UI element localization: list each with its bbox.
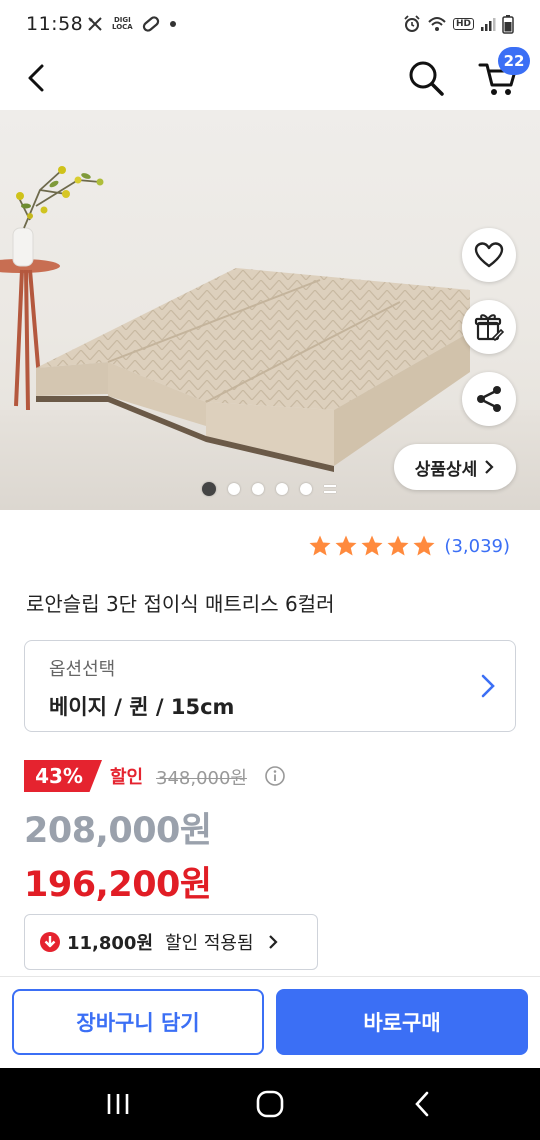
star-icon: [413, 535, 435, 556]
arrow-down-circle-icon: [40, 932, 60, 952]
divider: [0, 976, 540, 977]
back-button[interactable]: [18, 60, 54, 96]
info-icon[interactable]: [264, 765, 286, 787]
pager-dot[interactable]: [202, 482, 216, 496]
digital-locator-icon: DIGI LOCA: [112, 14, 133, 34]
option-value: 베이지 / 퀸 / 15cm: [49, 695, 235, 719]
back-icon: [415, 1091, 429, 1117]
pager-dot[interactable]: [252, 483, 264, 495]
carousel-pager: [202, 482, 336, 496]
option-label: 옵션선택: [49, 659, 116, 680]
status-right-icons: HD: [403, 14, 514, 34]
option-selector[interactable]: 옵션선택 베이지 / 퀸 / 15cm: [24, 640, 516, 732]
star-icon: [387, 535, 409, 556]
discount-label: 할인: [110, 767, 144, 788]
coupon-amount: 11,800원: [67, 933, 154, 954]
gift-button[interactable]: [462, 300, 516, 354]
status-bar: 11:58 DIGI LOCA HD: [0, 0, 540, 50]
product-rating[interactable]: (3,039): [308, 534, 510, 558]
heart-icon: [474, 242, 504, 268]
review-count[interactable]: (3,039): [444, 536, 510, 557]
sale-price: 208,000원: [24, 811, 212, 851]
home-button[interactable]: [252, 1090, 288, 1118]
final-price: 196,200원: [24, 865, 212, 905]
add-to-cart-button[interactable]: 장바구니 담기: [12, 989, 264, 1055]
back-arrow-icon: [28, 64, 44, 92]
wifi-icon: [427, 14, 447, 34]
loca-text: LOCA: [112, 23, 133, 31]
system-navigation-bar: [0, 1068, 540, 1140]
dot-icon: [169, 14, 177, 34]
alarm-icon: [403, 14, 421, 34]
hd-label: HD: [452, 18, 474, 30]
home-icon: [256, 1090, 284, 1118]
product-detail-button[interactable]: 상품상세: [394, 444, 516, 490]
recents-icon: [107, 1094, 129, 1114]
pager-dot[interactable]: [276, 483, 288, 495]
star-icon: [361, 535, 383, 556]
share-icon: [477, 386, 501, 412]
product-detail-label: 상품상세: [414, 459, 478, 480]
pager-dot[interactable]: [228, 483, 240, 495]
link-icon: [141, 14, 161, 34]
system-back-button[interactable]: [404, 1090, 440, 1118]
cart-count-badge: 22: [498, 47, 530, 75]
chevron-right-icon: [268, 935, 278, 949]
search-button[interactable]: [404, 56, 448, 100]
search-icon: [409, 61, 444, 96]
signal-icon: [480, 14, 496, 34]
buy-now-button[interactable]: 바로구매: [276, 989, 528, 1055]
status-left-icons: DIGI LOCA: [86, 14, 177, 34]
coupon-text: 할인 적용됨: [165, 933, 254, 954]
original-price: 348,000원: [156, 768, 247, 789]
chevron-right-icon: [475, 671, 501, 701]
chevron-right-icon: [485, 460, 494, 474]
pager-dot[interactable]: [300, 483, 312, 495]
recent-apps-button[interactable]: [100, 1090, 136, 1118]
discount-applied-chip[interactable]: 11,800원 할인 적용됨: [24, 914, 318, 970]
hd-icon: HD: [452, 14, 474, 34]
star-icon: [309, 535, 331, 556]
top-nav: [0, 50, 540, 110]
discount-rate: 43%: [24, 760, 102, 792]
product-image-carousel[interactable]: 상품상세: [0, 110, 540, 510]
star-icon: [335, 535, 357, 556]
status-time: 11:58: [26, 13, 84, 35]
pager-more-icon[interactable]: [324, 483, 336, 495]
phone-missed-icon: [86, 14, 104, 34]
product-title: 로안슬립 3단 접이식 매트리스 6컬러: [26, 592, 335, 616]
discount-badge: 43%: [24, 760, 102, 792]
share-button[interactable]: [462, 372, 516, 426]
wishlist-button[interactable]: [462, 228, 516, 282]
gift-icon: [474, 314, 504, 342]
battery-icon: [502, 14, 514, 34]
